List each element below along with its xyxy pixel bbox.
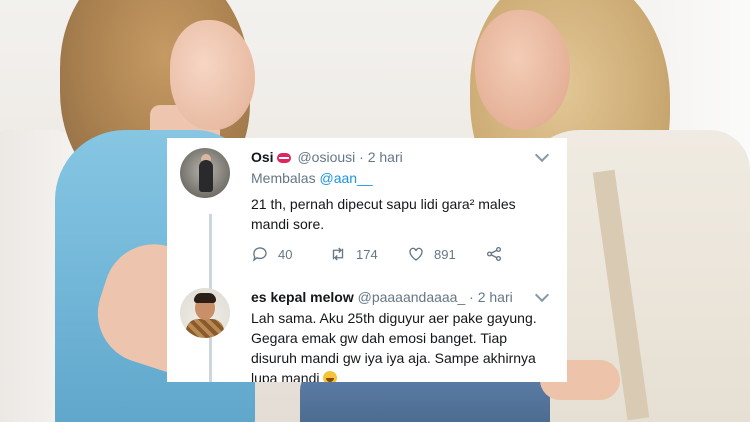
share-icon bbox=[486, 246, 502, 262]
tweet-text-line: 21 th, pernah dipecut sapu lidi gara² ma… bbox=[251, 196, 516, 212]
girl-face bbox=[170, 20, 255, 130]
user-handle[interactable]: @osiousi bbox=[297, 149, 355, 165]
avatar-hair bbox=[194, 293, 216, 303]
avatar[interactable] bbox=[180, 288, 230, 338]
tweet-text: 21 th, pernah dipecut sapu lidi gara² ma… bbox=[251, 194, 553, 234]
woman-face bbox=[475, 10, 570, 130]
retweet-icon bbox=[332, 247, 344, 261]
like-count: 891 bbox=[434, 246, 456, 262]
like-button[interactable]: 891 bbox=[407, 242, 456, 266]
timestamp[interactable]: 2 hari bbox=[368, 149, 403, 165]
retweet-button[interactable]: 174 bbox=[329, 242, 378, 266]
tweet-text-line: Lah sama. Aku 25th diguyur aer pake gayu… bbox=[251, 310, 537, 326]
tweet-text-line: disuruh mandi gw iya iya aja. Sampe akhi… bbox=[251, 350, 536, 366]
tweet-actions: 40 174 891 bbox=[251, 242, 551, 266]
display-name[interactable]: es kepal melow bbox=[251, 289, 354, 305]
tweet-text-line: lupa mandi bbox=[251, 368, 553, 382]
reply-count: 40 bbox=[278, 246, 293, 262]
like-icon bbox=[409, 247, 423, 261]
mention-link[interactable]: @aan__ bbox=[319, 170, 372, 186]
retweet-count: 174 bbox=[356, 246, 378, 262]
timestamp[interactable]: 2 hari bbox=[478, 289, 513, 305]
tweet-text: Lah sama. Aku 25th diguyur aer pake gayu… bbox=[251, 308, 553, 382]
tweet-text-line: Gegara emak gw dah emosi banget. Tiap bbox=[251, 330, 508, 346]
replying-label: Membalas bbox=[251, 170, 316, 186]
share-button[interactable] bbox=[485, 242, 503, 266]
avatar-figure bbox=[199, 160, 213, 192]
reply-button[interactable]: 40 bbox=[251, 242, 292, 266]
reply-icon bbox=[252, 247, 267, 262]
tweet: es kepal melow @paaaandaaaa_ · 2 hari La… bbox=[251, 287, 553, 382]
avatar-shirt bbox=[186, 319, 224, 338]
tweet-header: es kepal melow @paaaandaaaa_ · 2 hari bbox=[251, 288, 553, 306]
replying-to: Membalas @aan__ bbox=[251, 168, 553, 188]
display-name[interactable]: Osi bbox=[251, 149, 274, 165]
tweet-text-line: mandi sore. bbox=[251, 216, 325, 232]
separator-dot: · bbox=[359, 149, 364, 165]
tweet: Osi @osiousi · 2 hari Membalas @aan__ 21… bbox=[251, 147, 553, 234]
user-handle[interactable]: @paaaandaaaa_ bbox=[358, 289, 466, 305]
separator-dot: · bbox=[469, 289, 474, 305]
tweet-thread-card: Osi @osiousi · 2 hari Membalas @aan__ 21… bbox=[167, 138, 567, 382]
rolling-laughing-emoji-icon bbox=[322, 371, 337, 382]
tweet-text-fragment: lupa mandi bbox=[251, 370, 320, 382]
avatar[interactable] bbox=[180, 148, 230, 198]
mouth-emoji-icon bbox=[276, 153, 291, 163]
tweet-header: Osi @osiousi · 2 hari bbox=[251, 148, 553, 166]
